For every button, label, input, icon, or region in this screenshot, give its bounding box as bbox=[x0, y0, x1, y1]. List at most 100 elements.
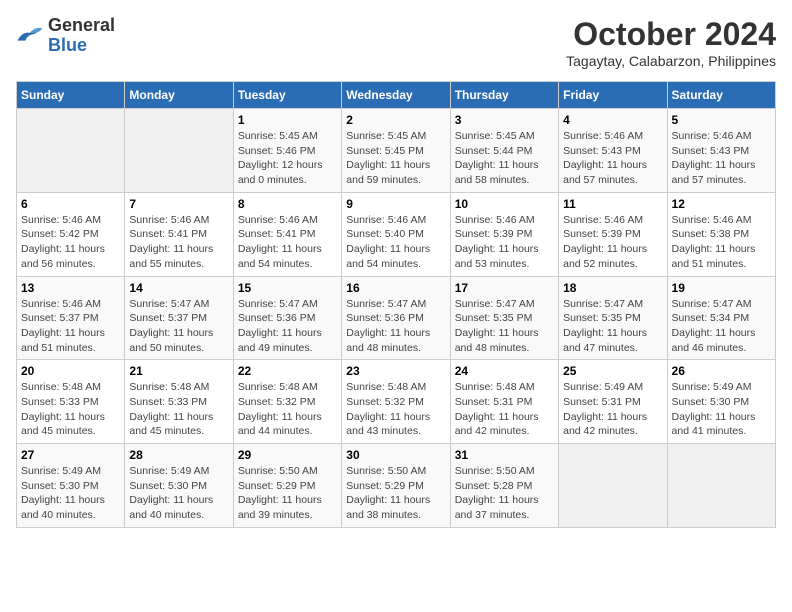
day-info: Sunrise: 5:50 AM Sunset: 5:29 PM Dayligh… bbox=[346, 464, 445, 523]
day-number: 8 bbox=[238, 197, 337, 211]
page-header: General Blue October 2024 Tagaytay, Cala… bbox=[16, 16, 776, 69]
day-number: 14 bbox=[129, 281, 228, 295]
day-info: Sunrise: 5:48 AM Sunset: 5:31 PM Dayligh… bbox=[455, 380, 554, 439]
day-number: 13 bbox=[21, 281, 120, 295]
calendar-day-cell: 30 Sunrise: 5:50 AM Sunset: 5:29 PM Dayli… bbox=[342, 444, 450, 528]
weekday-header-cell: Saturday bbox=[667, 82, 775, 109]
day-number: 1 bbox=[238, 113, 337, 127]
logo-bird-icon bbox=[16, 25, 44, 47]
calendar-day-cell: 29Sunrise: 5:50 AM Sunset: 5:29 PM Dayli… bbox=[233, 444, 341, 528]
day-number: 19 bbox=[672, 281, 771, 295]
calendar-week-row: 6 Sunrise: 5:46 AM Sunset: 5:42 PM Daylig… bbox=[17, 192, 776, 276]
weekday-header-row: SundayMondayTuesdayWednesdayThursdayFrid… bbox=[17, 82, 776, 109]
day-number: 4 bbox=[563, 113, 662, 127]
calendar-week-row: 27 Sunrise: 5:49 AM Sunset: 5:30 PM Dayli… bbox=[17, 444, 776, 528]
day-number: 18 bbox=[563, 281, 662, 295]
weekday-header-cell: Thursday bbox=[450, 82, 558, 109]
day-info: Sunrise: 5:48 AM Sunset: 5:32 PM Dayligh… bbox=[238, 380, 337, 439]
calendar-day-cell bbox=[125, 109, 233, 193]
calendar-day-cell: 25 Sunrise: 5:49 AM Sunset: 5:31 PM Dayli… bbox=[559, 360, 667, 444]
day-info: Sunrise: 5:48 AM Sunset: 5:32 PM Dayligh… bbox=[346, 380, 445, 439]
calendar-day-cell: 19 Sunrise: 5:47 AM Sunset: 5:34 PM Dayli… bbox=[667, 276, 775, 360]
calendar-day-cell: 14 Sunrise: 5:47 AM Sunset: 5:37 PM Dayli… bbox=[125, 276, 233, 360]
weekday-header-cell: Friday bbox=[559, 82, 667, 109]
day-number: 10 bbox=[455, 197, 554, 211]
day-number: 9 bbox=[346, 197, 445, 211]
day-info: Sunrise: 5:46 AM Sunset: 5:43 PM Dayligh… bbox=[563, 129, 662, 188]
logo-text: General Blue bbox=[48, 16, 115, 56]
calendar-day-cell: 15Sunrise: 5:47 AM Sunset: 5:36 PM Dayli… bbox=[233, 276, 341, 360]
weekday-header-cell: Tuesday bbox=[233, 82, 341, 109]
day-info: Sunrise: 5:48 AM Sunset: 5:33 PM Dayligh… bbox=[129, 380, 228, 439]
day-number: 15 bbox=[238, 281, 337, 295]
calendar-day-cell: 12Sunrise: 5:46 AM Sunset: 5:38 PM Dayli… bbox=[667, 192, 775, 276]
calendar-day-cell: 13 Sunrise: 5:46 AM Sunset: 5:37 PM Dayli… bbox=[17, 276, 125, 360]
calendar-day-cell: 27 Sunrise: 5:49 AM Sunset: 5:30 PM Dayli… bbox=[17, 444, 125, 528]
day-info: Sunrise: 5:45 AM Sunset: 5:45 PM Dayligh… bbox=[346, 129, 445, 188]
day-info: Sunrise: 5:46 AM Sunset: 5:38 PM Dayligh… bbox=[672, 213, 771, 272]
day-info: Sunrise: 5:45 AM Sunset: 5:46 PM Dayligh… bbox=[238, 129, 337, 188]
calendar-day-cell: 23 Sunrise: 5:48 AM Sunset: 5:32 PM Dayli… bbox=[342, 360, 450, 444]
day-number: 6 bbox=[21, 197, 120, 211]
day-info: Sunrise: 5:46 AM Sunset: 5:41 PM Dayligh… bbox=[238, 213, 337, 272]
calendar-day-cell: 2 Sunrise: 5:45 AM Sunset: 5:45 PM Daylig… bbox=[342, 109, 450, 193]
day-info: Sunrise: 5:46 AM Sunset: 5:43 PM Dayligh… bbox=[672, 129, 771, 188]
day-number: 25 bbox=[563, 364, 662, 378]
day-number: 22 bbox=[238, 364, 337, 378]
calendar-day-cell: 20Sunrise: 5:48 AM Sunset: 5:33 PM Dayli… bbox=[17, 360, 125, 444]
calendar-day-cell: 24 Sunrise: 5:48 AM Sunset: 5:31 PM Dayli… bbox=[450, 360, 558, 444]
calendar-day-cell: 11 Sunrise: 5:46 AM Sunset: 5:39 PM Dayli… bbox=[559, 192, 667, 276]
calendar-week-row: 13 Sunrise: 5:46 AM Sunset: 5:37 PM Dayli… bbox=[17, 276, 776, 360]
day-info: Sunrise: 5:47 AM Sunset: 5:36 PM Dayligh… bbox=[346, 297, 445, 356]
calendar-day-cell: 17 Sunrise: 5:47 AM Sunset: 5:35 PM Dayli… bbox=[450, 276, 558, 360]
day-number: 23 bbox=[346, 364, 445, 378]
day-info: Sunrise: 5:50 AM Sunset: 5:28 PM Dayligh… bbox=[455, 464, 554, 523]
day-number: 30 bbox=[346, 448, 445, 462]
logo: General Blue bbox=[16, 16, 115, 56]
calendar-day-cell: 22 Sunrise: 5:48 AM Sunset: 5:32 PM Dayli… bbox=[233, 360, 341, 444]
calendar-day-cell bbox=[667, 444, 775, 528]
day-number: 7 bbox=[129, 197, 228, 211]
calendar-day-cell: 16Sunrise: 5:47 AM Sunset: 5:36 PM Dayli… bbox=[342, 276, 450, 360]
calendar-week-row: 1 Sunrise: 5:45 AM Sunset: 5:46 PM Daylig… bbox=[17, 109, 776, 193]
day-number: 24 bbox=[455, 364, 554, 378]
day-number: 17 bbox=[455, 281, 554, 295]
calendar-day-cell: 8 Sunrise: 5:46 AM Sunset: 5:41 PM Daylig… bbox=[233, 192, 341, 276]
calendar-day-cell: 4 Sunrise: 5:46 AM Sunset: 5:43 PM Daylig… bbox=[559, 109, 667, 193]
day-info: Sunrise: 5:49 AM Sunset: 5:30 PM Dayligh… bbox=[672, 380, 771, 439]
calendar-day-cell: 1 Sunrise: 5:45 AM Sunset: 5:46 PM Daylig… bbox=[233, 109, 341, 193]
calendar-day-cell: 3 Sunrise: 5:45 AM Sunset: 5:44 PM Daylig… bbox=[450, 109, 558, 193]
calendar-day-cell bbox=[17, 109, 125, 193]
day-number: 31 bbox=[455, 448, 554, 462]
day-info: Sunrise: 5:47 AM Sunset: 5:35 PM Dayligh… bbox=[455, 297, 554, 356]
weekday-header-cell: Sunday bbox=[17, 82, 125, 109]
calendar-day-cell: 18Sunrise: 5:47 AM Sunset: 5:35 PM Dayli… bbox=[559, 276, 667, 360]
day-info: Sunrise: 5:46 AM Sunset: 5:40 PM Dayligh… bbox=[346, 213, 445, 272]
calendar-day-cell: 9 Sunrise: 5:46 AM Sunset: 5:40 PM Daylig… bbox=[342, 192, 450, 276]
day-info: Sunrise: 5:45 AM Sunset: 5:44 PM Dayligh… bbox=[455, 129, 554, 188]
day-number: 2 bbox=[346, 113, 445, 127]
calendar-day-cell: 7 Sunrise: 5:46 AM Sunset: 5:41 PM Daylig… bbox=[125, 192, 233, 276]
weekday-header-cell: Wednesday bbox=[342, 82, 450, 109]
location-title: Tagaytay, Calabarzon, Philippines bbox=[566, 53, 776, 69]
day-info: Sunrise: 5:49 AM Sunset: 5:30 PM Dayligh… bbox=[129, 464, 228, 523]
day-info: Sunrise: 5:49 AM Sunset: 5:30 PM Dayligh… bbox=[21, 464, 120, 523]
day-number: 11 bbox=[563, 197, 662, 211]
day-info: Sunrise: 5:46 AM Sunset: 5:42 PM Dayligh… bbox=[21, 213, 120, 272]
day-number: 3 bbox=[455, 113, 554, 127]
calendar-table: SundayMondayTuesdayWednesdayThursdayFrid… bbox=[16, 81, 776, 528]
day-info: Sunrise: 5:46 AM Sunset: 5:39 PM Dayligh… bbox=[563, 213, 662, 272]
day-info: Sunrise: 5:49 AM Sunset: 5:31 PM Dayligh… bbox=[563, 380, 662, 439]
day-info: Sunrise: 5:46 AM Sunset: 5:37 PM Dayligh… bbox=[21, 297, 120, 356]
month-title: October 2024 bbox=[566, 16, 776, 53]
day-info: Sunrise: 5:47 AM Sunset: 5:37 PM Dayligh… bbox=[129, 297, 228, 356]
day-number: 5 bbox=[672, 113, 771, 127]
calendar-day-cell bbox=[559, 444, 667, 528]
day-info: Sunrise: 5:50 AM Sunset: 5:29 PM Dayligh… bbox=[238, 464, 337, 523]
day-info: Sunrise: 5:46 AM Sunset: 5:41 PM Dayligh… bbox=[129, 213, 228, 272]
day-number: 27 bbox=[21, 448, 120, 462]
calendar-day-cell: 31 Sunrise: 5:50 AM Sunset: 5:28 PM Dayli… bbox=[450, 444, 558, 528]
weekday-header-cell: Monday bbox=[125, 82, 233, 109]
day-info: Sunrise: 5:47 AM Sunset: 5:34 PM Dayligh… bbox=[672, 297, 771, 356]
calendar-day-cell: 6 Sunrise: 5:46 AM Sunset: 5:42 PM Daylig… bbox=[17, 192, 125, 276]
